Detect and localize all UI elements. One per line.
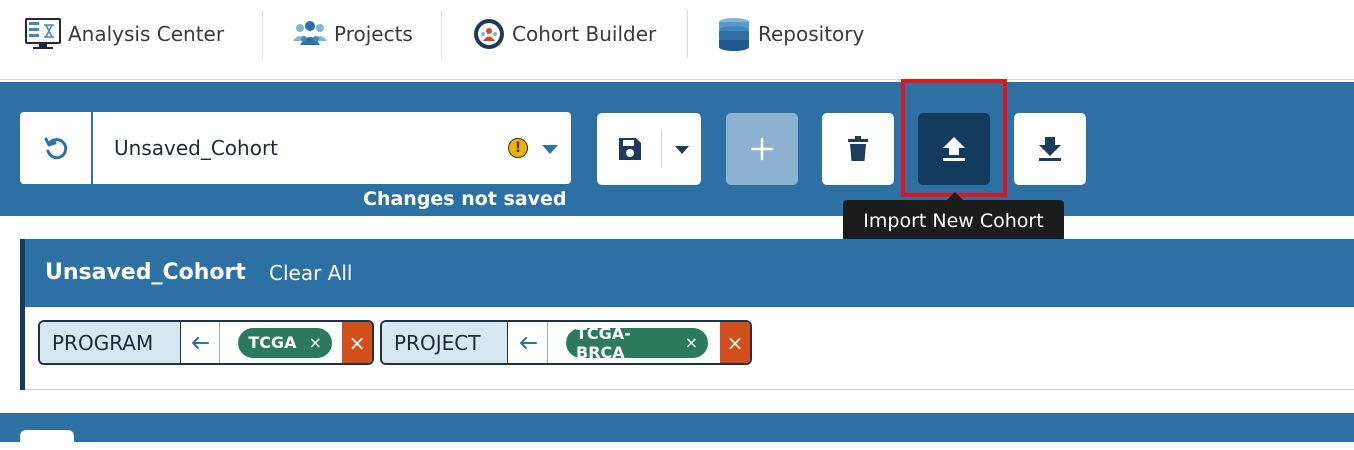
lower-toolbar [0, 413, 1354, 442]
cohort-name-select[interactable]: Unsaved_Cohort [114, 136, 278, 160]
lower-button[interactable] [20, 430, 74, 450]
people-group-icon [293, 21, 327, 45]
cohort-builder-icon [474, 19, 504, 49]
filter-program: PROGRAM TCGA × × [38, 320, 374, 365]
nav-label: Analysis Center [68, 22, 225, 46]
nav-divider [687, 10, 688, 58]
chip-label: TCGA-BRCA [576, 323, 631, 362]
filter-values: TCGA-BRCA × [548, 322, 720, 363]
nav-repository[interactable]: Repository [716, 14, 864, 54]
database-stack-icon [719, 18, 749, 51]
cohort-selector: Unsaved_Cohort ! [20, 112, 571, 184]
nav-divider [262, 10, 263, 58]
nav-analysis-center[interactable]: Analysis Center [24, 14, 224, 54]
analysis-monitor-icon [25, 18, 61, 49]
discard-changes-button[interactable] [20, 112, 93, 184]
nav-cohort-builder[interactable]: Cohort Builder [472, 14, 656, 54]
filter-project: PROJECT TCGA-BRCA × × [380, 320, 752, 365]
nav-divider [441, 10, 442, 58]
nav-label: Cohort Builder [512, 22, 657, 46]
undo-icon [44, 137, 67, 160]
plus-icon [750, 137, 774, 161]
chevron-down-icon[interactable] [542, 145, 558, 154]
query-header: Unsaved_Cohort Clear All [25, 239, 1354, 307]
arrow-left-icon [192, 336, 210, 349]
cohort-query-panel: Unsaved_Cohort Clear All PROGRAM TCGA × … [20, 239, 1354, 390]
top-navigation: Analysis Center Projects Cohort Builder [0, 0, 1354, 80]
nav-projects[interactable]: Projects [292, 14, 413, 54]
nav-label: Repository [758, 22, 865, 46]
tooltip-arrow [947, 192, 963, 200]
filter-operator[interactable] [181, 322, 221, 363]
highlight-box [901, 79, 1007, 197]
export-cohort-button[interactable] [1014, 113, 1086, 185]
query-title: Unsaved_Cohort [45, 260, 246, 285]
save-cohort-button[interactable] [597, 113, 701, 185]
chip-remove-icon[interactable]: × [685, 333, 698, 352]
filter-field[interactable]: PROGRAM [40, 322, 181, 363]
filter-operator[interactable] [508, 322, 548, 363]
save-split-divider [661, 131, 662, 167]
unsaved-changes-note: Changes not saved [363, 188, 567, 210]
arrow-left-icon [519, 336, 537, 349]
filter-values: TCGA × [220, 322, 342, 363]
trash-icon [848, 136, 868, 161]
filter-value-chip[interactable]: TCGA-BRCA × [566, 324, 708, 362]
import-tooltip: Import New Cohort [843, 200, 1064, 242]
chip-remove-icon[interactable]: × [308, 333, 321, 352]
remove-filter-button[interactable]: × [720, 322, 750, 363]
unsaved-warning-icon: ! [508, 138, 528, 158]
query-filters: PROGRAM TCGA × × PROJECT TCGA-BRCA × × [25, 307, 1354, 390]
floppy-disk-icon [619, 138, 641, 160]
delete-cohort-button[interactable] [822, 113, 894, 185]
filter-value-chip[interactable]: TCGA × [238, 327, 332, 358]
nav-label: Projects [334, 22, 413, 46]
filter-field[interactable]: PROJECT [382, 322, 508, 363]
remove-filter-button[interactable]: × [342, 322, 372, 363]
chevron-down-icon[interactable] [675, 146, 689, 154]
clear-all-button[interactable]: Clear All [269, 261, 352, 285]
chip-label: TCGA [248, 333, 297, 352]
download-icon [1039, 137, 1061, 161]
add-cohort-button[interactable] [726, 113, 798, 185]
